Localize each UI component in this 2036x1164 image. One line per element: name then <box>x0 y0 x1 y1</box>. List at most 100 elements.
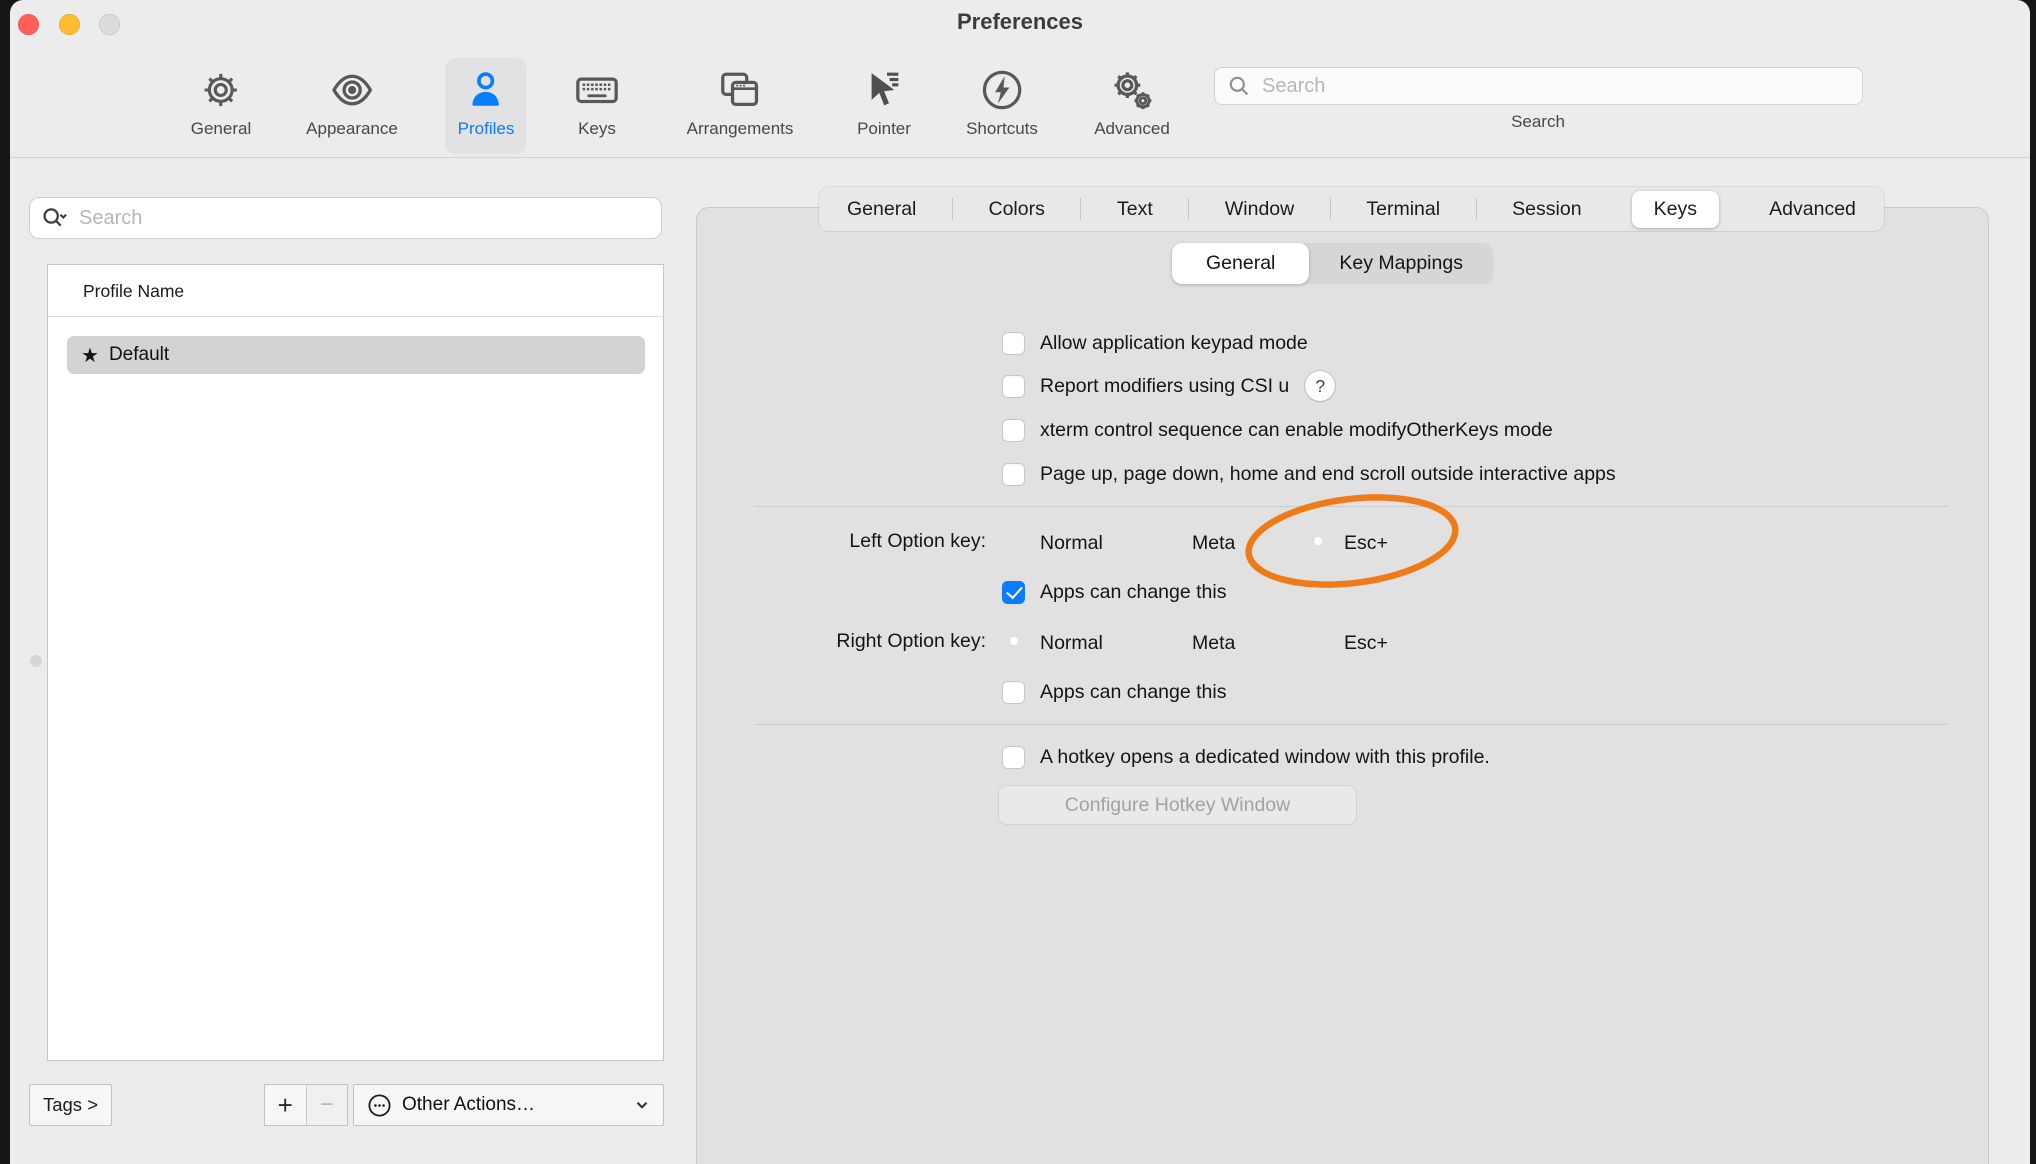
checkbox-row: Report modifiers using CSI u ? <box>1002 370 1335 402</box>
toolbar-item-appearance[interactable]: Appearance <box>294 58 410 154</box>
tab-separator <box>1476 198 1477 220</box>
windows-icon <box>717 64 763 116</box>
two-gears-icon <box>1109 64 1155 116</box>
tab-separator <box>1188 198 1189 220</box>
subtab-key-mappings[interactable]: Key Mappings <box>1309 243 1493 284</box>
keyboard-icon <box>574 64 620 116</box>
tab-terminal[interactable]: Terminal <box>1344 191 1462 228</box>
checkbox-label: xterm control sequence can enable modify… <box>1040 419 1553 442</box>
checkbox-label: Apps can change this <box>1040 681 1226 704</box>
left-option-key-label: Left Option key: <box>570 530 986 553</box>
ellipsis-circle-icon <box>366 1092 393 1119</box>
search-icon <box>1227 74 1251 98</box>
toolbar-item-shortcuts[interactable]: Shortcuts <box>954 58 1050 154</box>
checkbox-row: xterm control sequence can enable modify… <box>1002 414 1553 446</box>
profile-list-header-divider <box>48 316 663 317</box>
star-icon: ★ <box>81 343 99 368</box>
toolbar-item-keys[interactable]: Keys <box>562 58 632 154</box>
other-actions-dropdown[interactable]: Other Actions… <box>353 1084 664 1126</box>
toolbar-divider <box>10 157 2030 158</box>
profile-row-default[interactable]: ★ Default <box>67 336 645 374</box>
profile-list-header: Profile Name <box>83 281 184 302</box>
left-apps-can-change-checkbox[interactable] <box>1002 581 1025 604</box>
toolbar-item-pointer[interactable]: Pointer <box>845 58 923 154</box>
tab-text[interactable]: Text <box>1095 191 1175 228</box>
section-divider <box>754 506 1948 507</box>
toolbar-item-label: Arrangements <box>687 119 794 139</box>
hotkey-window-checkbox[interactable] <box>1002 746 1025 769</box>
tags-button[interactable]: Tags > <box>29 1084 112 1126</box>
toolbar-search-field[interactable] <box>1214 67 1863 105</box>
radio-label: Normal <box>1040 532 1103 555</box>
section-divider <box>754 724 1948 725</box>
tab-general[interactable]: General <box>825 191 938 228</box>
right-option-key-label: Right Option key: <box>570 630 986 653</box>
radio-label: Normal <box>1040 632 1103 655</box>
gear-icon <box>199 64 243 116</box>
bolt-circle-icon <box>979 64 1025 116</box>
person-icon <box>464 64 508 116</box>
chevron-down-icon <box>633 1096 651 1114</box>
toolbar-item-profiles[interactable]: Profiles <box>446 58 527 154</box>
scroll-outside-apps-checkbox[interactable] <box>1002 463 1025 486</box>
checkbox-row: Apps can change this <box>1002 576 1226 608</box>
toolbar-item-general[interactable]: General <box>179 58 263 154</box>
csi-u-checkbox[interactable] <box>1002 375 1025 398</box>
profile-tab-bar: General Colors Text Window Terminal Sess… <box>819 187 1884 231</box>
eye-icon <box>329 64 375 116</box>
toolbar-search-input[interactable] <box>1260 74 1850 99</box>
checkbox-label: A hotkey opens a dedicated window with t… <box>1040 746 1490 769</box>
right-apps-can-change-checkbox[interactable] <box>1002 681 1025 704</box>
add-profile-button[interactable]: + <box>265 1085 306 1125</box>
profiles-search-field[interactable] <box>29 197 662 239</box>
toolbar-item-label: Profiles <box>458 119 515 139</box>
tab-session[interactable]: Session <box>1490 191 1603 228</box>
toolbar-item-label: Appearance <box>306 119 398 139</box>
toolbar-item-label: Advanced <box>1094 119 1170 139</box>
tab-colors[interactable]: Colors <box>967 191 1067 228</box>
profile-list-panel: Profile Name ★ Default <box>47 264 664 1061</box>
profiles-search-input[interactable] <box>77 206 650 231</box>
checkbox-label: Page up, page down, home and end scroll … <box>1040 463 1616 486</box>
help-button[interactable]: ? <box>1305 371 1335 401</box>
allow-keypad-checkbox[interactable] <box>1002 332 1025 355</box>
tab-advanced[interactable]: Advanced <box>1747 191 1878 228</box>
tab-separator <box>1080 198 1081 220</box>
radio-label: Meta <box>1192 632 1235 655</box>
other-actions-label: Other Actions… <box>402 1094 624 1116</box>
splitter-dot <box>30 655 42 667</box>
toolbar-item-label: Pointer <box>857 119 911 139</box>
checkbox-label: Report modifiers using CSI u <box>1040 375 1289 398</box>
profile-add-remove-group: + − <box>264 1084 348 1126</box>
radio-label: Meta <box>1192 532 1235 555</box>
remove-profile-button[interactable]: − <box>306 1085 348 1125</box>
modifyotherkeys-checkbox[interactable] <box>1002 419 1025 442</box>
configure-hotkey-window-button[interactable]: Configure Hotkey Window <box>998 785 1357 825</box>
toolbar-item-label: Shortcuts <box>966 119 1038 139</box>
checkbox-row: Allow application keypad mode <box>1002 327 1308 359</box>
tab-separator <box>1330 198 1331 220</box>
checkbox-label: Allow application keypad mode <box>1040 332 1308 355</box>
keys-subtab-bar: General Key Mappings <box>1172 243 1493 284</box>
toolbar-item-label: Keys <box>578 119 616 139</box>
checkbox-row: Apps can change this <box>1002 676 1226 708</box>
checkbox-label: Apps can change this <box>1040 581 1226 604</box>
search-menu-icon <box>41 205 69 231</box>
subtab-general[interactable]: General <box>1172 243 1309 284</box>
radio-label: Esc+ <box>1344 632 1388 655</box>
toolbar-search-label: Search <box>1511 112 1565 132</box>
checkbox-row: Page up, page down, home and end scroll … <box>1002 458 1616 490</box>
tab-separator <box>952 198 953 220</box>
checkbox-row: A hotkey opens a dedicated window with t… <box>1002 741 1490 773</box>
toolbar-item-advanced[interactable]: Advanced <box>1082 58 1182 154</box>
window-title: Preferences <box>10 9 2030 35</box>
toolbar-item-arrangements[interactable]: Arrangements <box>675 58 806 154</box>
preferences-window: Preferences General Appearance Profiles … <box>10 0 2030 1164</box>
tab-keys[interactable]: Keys <box>1632 191 1719 228</box>
tab-window[interactable]: Window <box>1203 191 1316 228</box>
profile-settings-panel <box>696 207 1989 1164</box>
profile-name: Default <box>109 344 169 366</box>
toolbar-item-label: General <box>191 119 251 139</box>
cursor-icon <box>862 64 906 116</box>
radio-label: Esc+ <box>1344 532 1388 555</box>
